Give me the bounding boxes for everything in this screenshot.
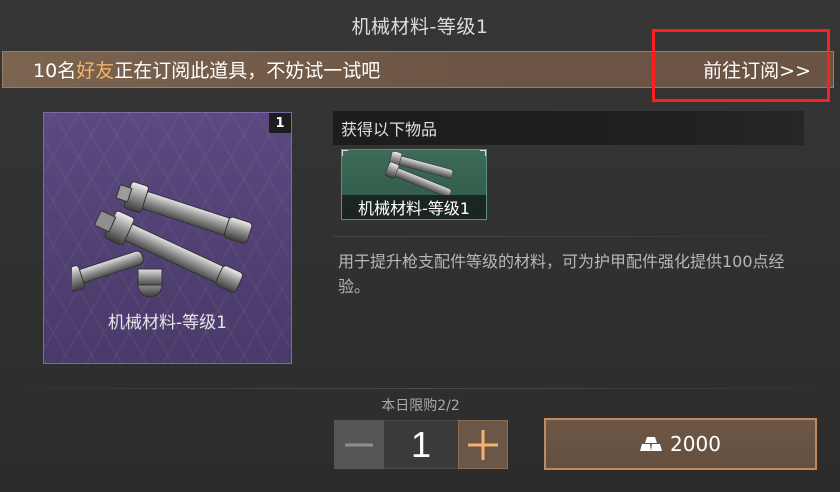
promo-message: 10名好友正在订阅此道具，不妨试一试吧	[33, 56, 380, 83]
rewards-header: 获得以下物品	[333, 111, 804, 145]
increase-quantity-button[interactable]	[458, 420, 508, 469]
go-subscribe-link[interactable]: 前往订阅>>	[703, 56, 811, 83]
promo-highlight: 好友	[76, 60, 115, 82]
reward-item-name: 机械材料-等级1	[342, 195, 486, 219]
divider	[27, 388, 813, 389]
subscription-promo-bar: 10名好友正在订阅此道具，不妨试一试吧 前往订阅>>	[2, 51, 834, 88]
item-quantity-badge: 1	[269, 113, 291, 133]
quantity-stepper: 1	[334, 420, 508, 469]
bolts-icon	[72, 181, 253, 298]
item-name: 机械材料-等级1	[108, 313, 227, 333]
price-value: 2000	[670, 432, 721, 456]
dialog-title: 机械材料-等级1	[351, 15, 489, 38]
promo-text-before: 名	[57, 60, 77, 82]
purchase-dialog: 机械材料-等级1 10名好友正在订阅此道具，不妨试一试吧 前往订阅>> 1 机械…	[0, 0, 840, 492]
bolts-icon	[384, 152, 454, 198]
buy-button[interactable]: 2000	[544, 418, 817, 470]
decrease-quantity-button[interactable]	[334, 420, 384, 469]
plus-icon	[468, 429, 498, 460]
promo-text-after: 正在订阅此道具，不妨试一试吧	[114, 60, 381, 82]
item-card: 1 机械材料-等级1	[43, 112, 292, 364]
tile-corner-mark	[342, 150, 348, 156]
reward-item-tile[interactable]: 机械材料-等级1	[341, 149, 487, 220]
minus-icon	[345, 443, 373, 446]
promo-count: 10	[33, 60, 58, 82]
divider	[333, 236, 803, 237]
tile-corner-mark	[480, 150, 486, 156]
daily-purchase-limit: 本日限购2/2	[381, 398, 460, 414]
gold-bar-icon	[640, 437, 663, 451]
quantity-value[interactable]: 1	[384, 420, 458, 469]
item-description: 用于提升枪支配件等级的材料，可为护甲配件强化提供100点经验。	[338, 252, 785, 296]
